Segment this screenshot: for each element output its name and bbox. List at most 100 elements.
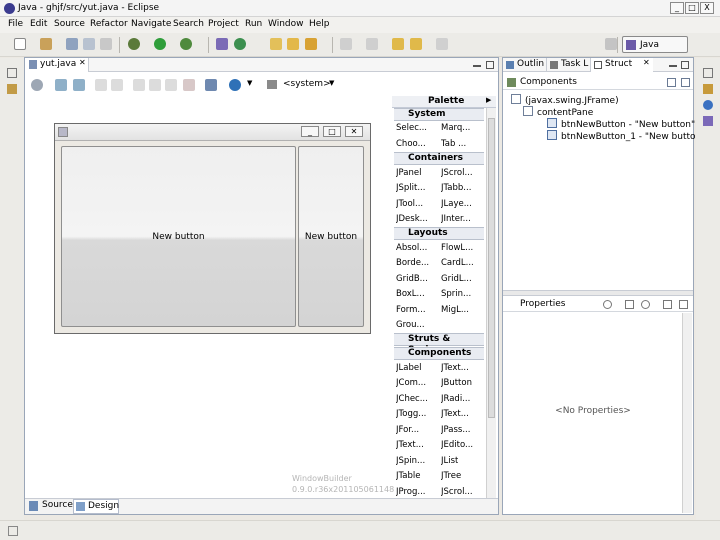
- javadoc-icon[interactable]: [703, 100, 713, 110]
- maximize-view-icon[interactable]: [681, 61, 689, 69]
- menu-help[interactable]: Help: [309, 19, 330, 29]
- package-explorer-icon[interactable]: [7, 84, 17, 94]
- panel-splitter[interactable]: [503, 290, 693, 296]
- palette-item[interactable]: CardL...: [441, 258, 474, 268]
- palette-item[interactable]: JSplit...: [396, 183, 425, 193]
- external-tools-icon[interactable]: [180, 38, 192, 50]
- minimize-view-icon[interactable]: [473, 65, 481, 67]
- restore-icon[interactable]: [703, 68, 713, 78]
- globe-icon[interactable]: [229, 79, 241, 91]
- open-perspective-icon[interactable]: [605, 38, 617, 50]
- palette-item[interactable]: Choo...: [396, 139, 426, 149]
- minimize-view-icon[interactable]: [669, 65, 677, 67]
- palette-scrollbar[interactable]: [486, 108, 496, 498]
- palette-item[interactable]: JCom...: [396, 378, 426, 388]
- properties-icon[interactable]: [205, 79, 217, 91]
- palette-item[interactable]: JChec...: [396, 394, 428, 404]
- palette-item[interactable]: JText...: [396, 440, 424, 450]
- properties-scrollbar[interactable]: [682, 313, 692, 513]
- save-icon[interactable]: [66, 38, 78, 50]
- jframe-preview[interactable]: _ □ ✕ New button New button: [54, 123, 371, 334]
- copy-icon[interactable]: [149, 79, 161, 91]
- palette-item[interactable]: JTool...: [396, 199, 423, 209]
- tree-node-btnnewbutton-1[interactable]: btnNewButton_1 - "New button": [547, 130, 705, 142]
- close-tab-icon[interactable]: ✕: [79, 58, 86, 67]
- look-and-feel-selector[interactable]: <system> ▼: [265, 78, 335, 92]
- property-menu-icon[interactable]: [679, 300, 688, 309]
- palette-item[interactable]: Tab ...: [441, 139, 466, 149]
- palette-item[interactable]: JPass...: [441, 425, 470, 435]
- palette-item[interactable]: JProg...: [396, 487, 426, 497]
- palette-item[interactable]: JSpin...: [396, 456, 425, 466]
- collapse-all-icon[interactable]: [681, 78, 690, 87]
- menu-run[interactable]: Run: [245, 19, 262, 29]
- expand-all-icon[interactable]: [667, 78, 676, 87]
- palette-item[interactable]: Form...: [396, 305, 426, 315]
- palette-item[interactable]: JTogg...: [396, 409, 426, 419]
- palette-item[interactable]: MigL...: [441, 305, 469, 315]
- delete-icon[interactable]: [183, 79, 195, 91]
- palette-item[interactable]: FlowL...: [441, 243, 473, 253]
- tab-outline[interactable]: Outlin: [503, 58, 547, 72]
- palette-item[interactable]: JPanel: [396, 168, 421, 178]
- source-tab[interactable]: Source: [27, 500, 73, 513]
- property-options-icon[interactable]: [663, 300, 672, 309]
- palette-item[interactable]: Borde...: [396, 258, 429, 268]
- palette-item[interactable]: GridL...: [441, 274, 472, 284]
- palette-item[interactable]: JEdito...: [441, 440, 473, 450]
- forward-icon[interactable]: [436, 38, 448, 50]
- open-type-icon[interactable]: [270, 38, 282, 50]
- palette-category-system[interactable]: System: [394, 108, 484, 121]
- new-icon[interactable]: [14, 38, 26, 50]
- advanced-properties-icon[interactable]: [625, 300, 634, 309]
- tab-task-list[interactable]: Task L: [547, 58, 591, 72]
- open-folder-icon[interactable]: [287, 38, 299, 50]
- cut-icon[interactable]: [133, 79, 145, 91]
- palette-item[interactable]: JButton: [441, 378, 472, 388]
- undo-icon[interactable]: [95, 79, 107, 91]
- palette-category-layouts[interactable]: Layouts: [394, 227, 484, 240]
- test-gui-icon[interactable]: [31, 79, 43, 91]
- palette-item[interactable]: Marq...: [441, 123, 470, 133]
- palette-item[interactable]: JTree: [441, 471, 461, 481]
- next-annotation-icon[interactable]: [340, 38, 352, 50]
- palette-item[interactable]: JTabb...: [441, 183, 471, 193]
- minimize-button[interactable]: _: [670, 2, 684, 14]
- editor-tab[interactable]: yut.java ✕: [25, 58, 89, 72]
- palette-category-containers[interactable]: Containers: [394, 152, 484, 165]
- restore-icon[interactable]: [7, 68, 17, 78]
- palette-item[interactable]: Sprin...: [441, 289, 471, 299]
- palette-item[interactable]: JText...: [441, 409, 469, 419]
- palette-menu-icon[interactable]: ▶: [486, 96, 491, 104]
- new-class-icon[interactable]: [234, 38, 246, 50]
- design-tab[interactable]: Design: [73, 499, 119, 514]
- palette-item[interactable]: Grou...: [396, 320, 425, 330]
- palette-item[interactable]: JRadi...: [441, 394, 470, 404]
- last-edit-icon[interactable]: [392, 38, 404, 50]
- fast-view-icon[interactable]: [8, 526, 18, 536]
- declaration-icon[interactable]: [703, 116, 713, 126]
- back-icon[interactable]: [410, 38, 422, 50]
- palette-item[interactable]: JScrol...: [441, 487, 473, 497]
- palette-item[interactable]: JInter...: [441, 214, 471, 224]
- menu-edit[interactable]: Edit: [30, 19, 47, 29]
- palette-item[interactable]: JList: [441, 456, 458, 466]
- palette-item[interactable]: JDesk...: [396, 214, 428, 224]
- close-tab-icon[interactable]: ✕: [643, 58, 650, 67]
- palette-item[interactable]: JText...: [441, 363, 469, 373]
- tree-node-btnnewbutton[interactable]: btnNewButton - "New button": [547, 118, 695, 130]
- new-java-project-icon[interactable]: [216, 38, 228, 50]
- new-package-icon[interactable]: [40, 38, 52, 50]
- menu-file[interactable]: File: [8, 19, 23, 29]
- menu-window[interactable]: Window: [268, 19, 304, 29]
- prev-annotation-icon[interactable]: [366, 38, 378, 50]
- menu-source[interactable]: Source: [54, 19, 85, 29]
- run-icon[interactable]: [154, 38, 166, 50]
- palette-item[interactable]: GridB...: [396, 274, 428, 284]
- maximize-button[interactable]: □: [685, 2, 699, 14]
- tree-node-contentpane[interactable]: contentPane: [523, 106, 593, 118]
- tree-node-jframe[interactable]: (javax.swing.JFrame): [511, 94, 619, 106]
- palette-item[interactable]: JScrol...: [441, 168, 473, 178]
- menu-project[interactable]: Project: [208, 19, 239, 29]
- palette-item[interactable]: Selec...: [396, 123, 427, 133]
